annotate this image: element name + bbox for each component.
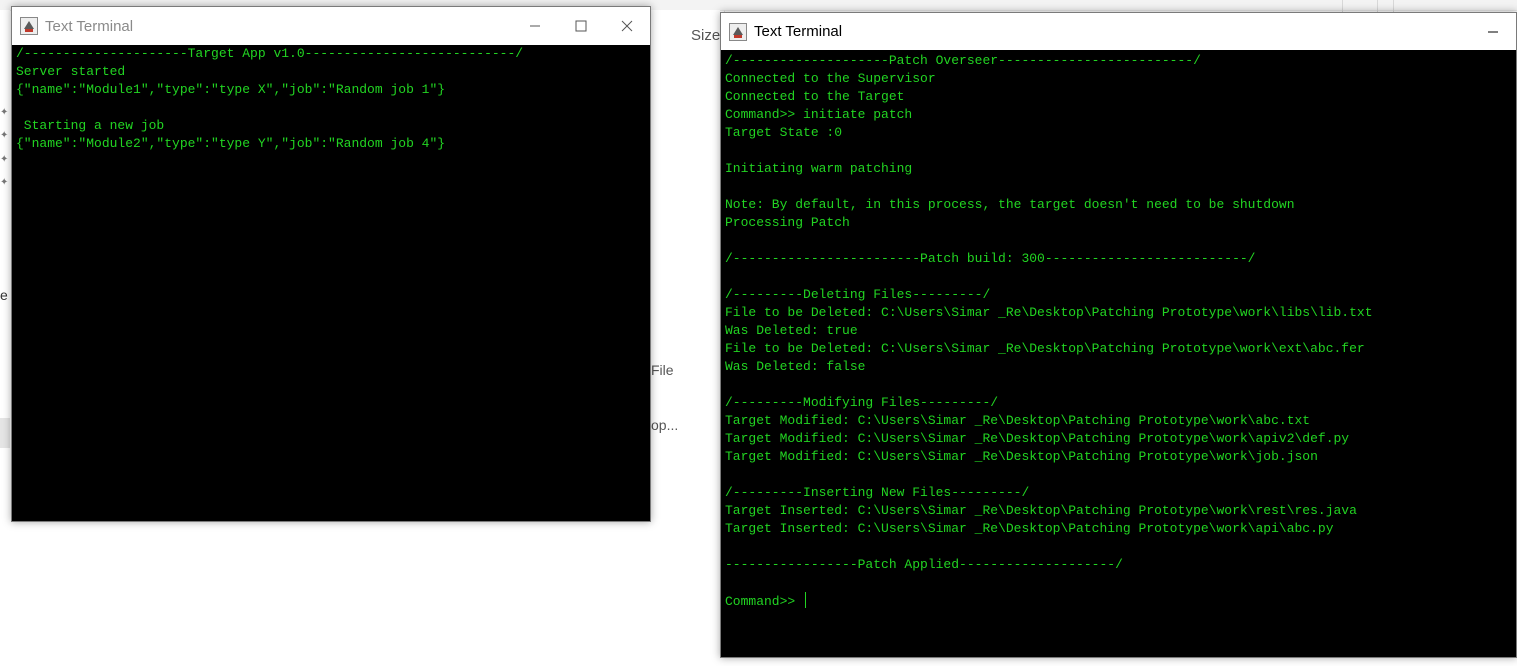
target-app-terminal-window[interactable]: Text Terminal /---------------------Targ…	[11, 6, 651, 522]
terminal-line: File to be Deleted: C:\Users\Simar _Re\D…	[725, 341, 1365, 356]
terminal-line: Connected to the Supervisor	[725, 71, 936, 86]
maximize-icon	[575, 20, 587, 32]
pin-icon: ✦	[0, 154, 9, 165]
truncated-cell: op...	[651, 417, 679, 433]
window-title: Text Terminal	[45, 17, 134, 35]
column-divider	[1342, 0, 1343, 12]
explorer-content-strip	[651, 10, 720, 666]
maximize-button[interactable]	[558, 7, 604, 45]
terminal-output[interactable]: /---------------------Target App v1.0---…	[12, 45, 650, 521]
terminal-line: /---------Modifying Files---------/	[725, 395, 999, 410]
terminal-line: File to be Deleted: C:\Users\Simar _Re\D…	[725, 305, 1373, 320]
terminal-line: Was Deleted: false	[725, 359, 866, 374]
terminal-line: Was Deleted: true	[725, 323, 858, 338]
window-title: Text Terminal	[754, 23, 843, 40]
terminal-line: Target Modified: C:\Users\Simar _Re\Desk…	[725, 431, 1350, 446]
prompt-text: Command>>	[725, 594, 804, 609]
title-bar[interactable]: Text Terminal	[721, 13, 1516, 50]
patch-overseer-terminal-window[interactable]: Text Terminal /--------------------Patch…	[720, 12, 1517, 658]
sidebar-selected-item[interactable]	[0, 418, 10, 448]
pin-icon: ✦	[0, 130, 9, 141]
window-controls	[512, 7, 650, 45]
close-icon	[621, 20, 633, 32]
terminal-line: {"name":"Module2","type":"type Y","job":…	[16, 136, 446, 151]
terminal-line: /---------Deleting Files---------/	[725, 287, 991, 302]
column-header-size[interactable]: Size	[691, 27, 720, 44]
file-type-cell: File	[651, 362, 674, 378]
terminal-output[interactable]: /--------------------Patch Overseer-----…	[721, 50, 1516, 657]
pin-icon: ✦	[0, 177, 9, 188]
terminal-line: /---------------------Target App v1.0---…	[16, 46, 524, 61]
column-divider	[1393, 0, 1394, 12]
terminal-line: Connected to the Target	[725, 89, 905, 104]
minimize-button[interactable]	[1470, 13, 1516, 50]
terminal-line: /------------------------Patch build: 30…	[725, 251, 1256, 266]
minimize-button[interactable]	[512, 7, 558, 45]
terminal-line: Server started	[16, 64, 126, 79]
terminal-line: Command>> initiate patch	[725, 107, 913, 122]
terminal-line: Initiating warm patching	[725, 161, 913, 176]
terminal-line: Note: By default, in this process, the t…	[725, 197, 1295, 212]
terminal-line: Target State :0	[725, 125, 843, 140]
title-bar[interactable]: Text Terminal	[12, 7, 650, 45]
sidebar-truncated-label: e	[0, 287, 8, 303]
command-prompt[interactable]: Command>>	[725, 592, 1516, 610]
terminal-line: Target Modified: C:\Users\Simar _Re\Desk…	[725, 449, 1318, 464]
terminal-line: /--------------------Patch Overseer-----…	[725, 53, 1201, 68]
minimize-icon	[1488, 31, 1498, 32]
terminal-line: Processing Patch	[725, 215, 850, 230]
java-coffee-icon	[729, 22, 747, 41]
terminal-line: Target Modified: C:\Users\Simar _Re\Desk…	[725, 413, 1311, 428]
close-button[interactable]	[604, 7, 650, 45]
terminal-line: -----------------Patch Applied----------…	[725, 557, 1123, 572]
java-coffee-icon	[20, 17, 38, 35]
column-divider	[1377, 0, 1378, 12]
terminal-line: /---------Inserting New Files---------/	[725, 485, 1030, 500]
terminal-line: {"name":"Module1","type":"type X","job":…	[16, 82, 446, 97]
minimize-icon	[530, 25, 540, 27]
terminal-line: Starting a new job	[16, 118, 165, 133]
pin-icon: ✦	[0, 107, 9, 118]
terminal-line: Target Inserted: C:\Users\Simar _Re\Desk…	[725, 503, 1357, 518]
text-cursor	[805, 592, 807, 608]
window-controls	[1470, 13, 1517, 50]
explorer-sidebar: ✦ ✦ ✦ ✦	[0, 10, 10, 666]
terminal-line: Target Inserted: C:\Users\Simar _Re\Desk…	[725, 521, 1334, 536]
